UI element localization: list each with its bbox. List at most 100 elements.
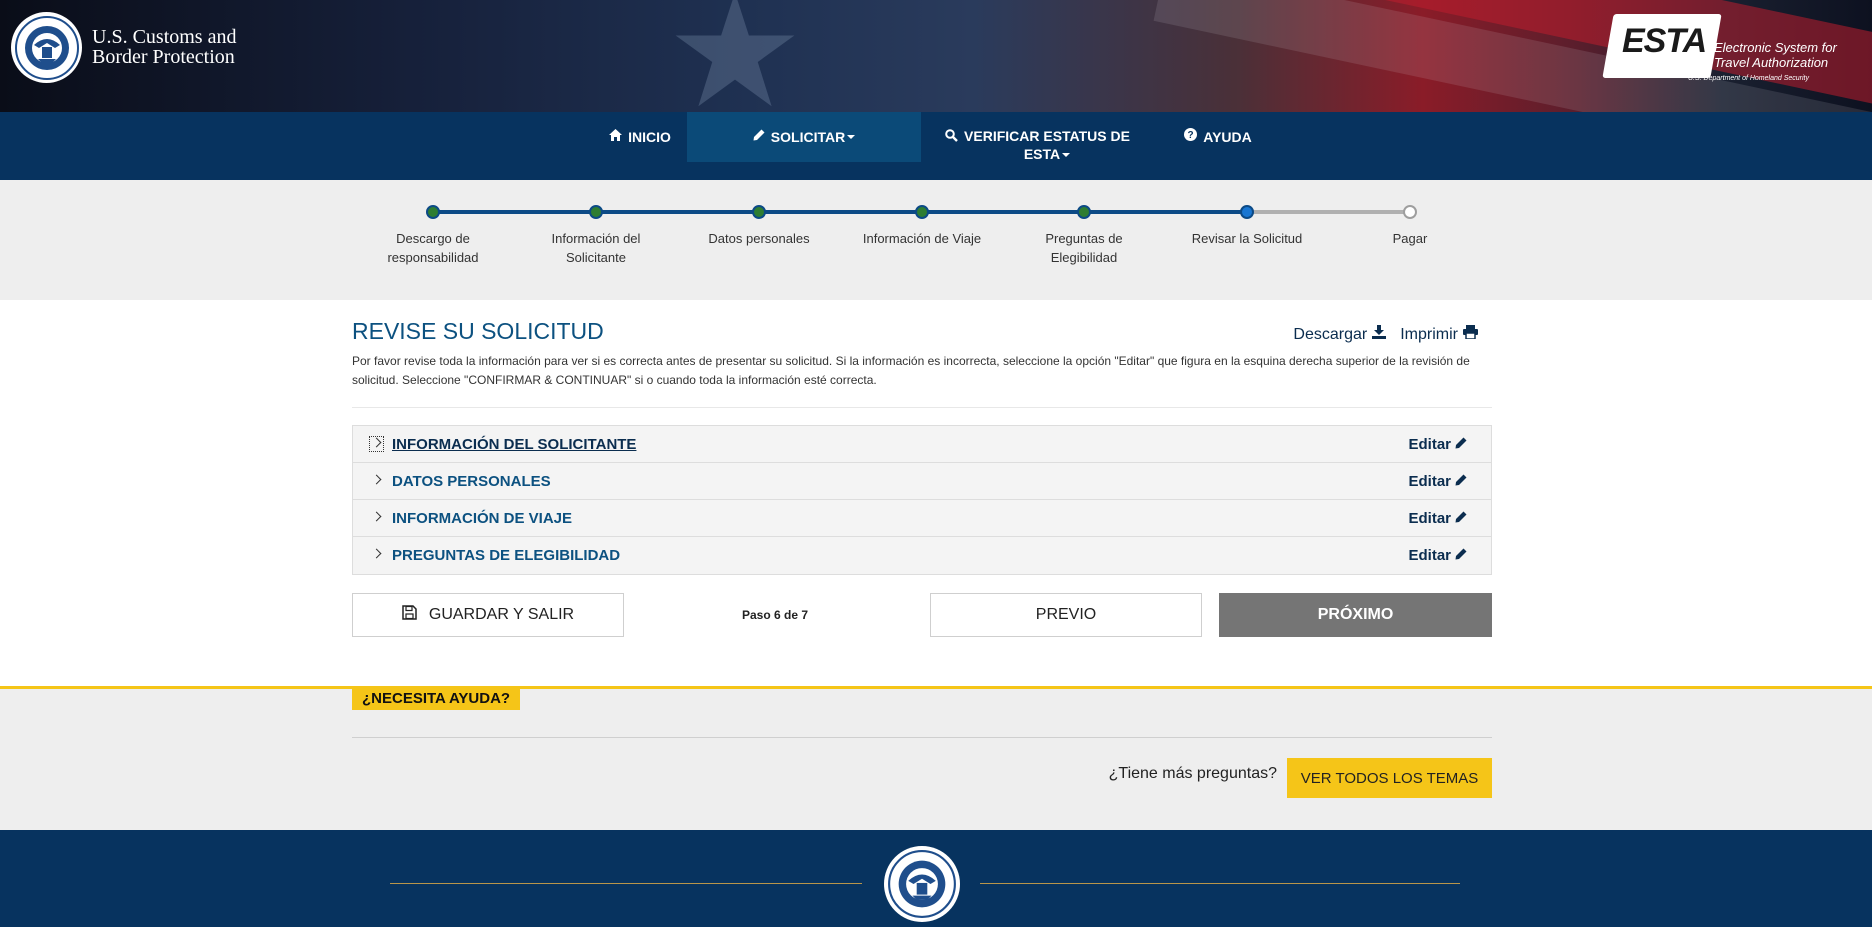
step-dot-descargo [426, 205, 440, 219]
step-label-datos-personales: Datos personales [684, 229, 834, 248]
stepper-track-remaining [1247, 210, 1410, 214]
nav-item-verificar-estatus[interactable]: VERIFICAR ESTATUS DE ESTA [935, 127, 1140, 163]
step-label-informacion-solicitante: Información del Solicitante [521, 229, 671, 267]
download-icon [1372, 325, 1387, 344]
pencil-icon [1455, 510, 1467, 527]
step-label-line1: Datos personales [708, 231, 810, 246]
nav-item-label-line2: ESTA [1023, 146, 1061, 162]
print-icon [1463, 325, 1478, 344]
print-label: Imprimir [1400, 325, 1458, 343]
step-label-line2: responsabilidad [387, 250, 479, 265]
step-count: Paso 6 de 7 [742, 608, 809, 622]
step-label-line1: Descargo de [396, 231, 470, 246]
accordion-section-datos-personales[interactable]: DATOS PERSONALES Editar [353, 463, 1491, 500]
step-dot-informacion-viaje [915, 205, 929, 219]
flag-star-decoration [675, 0, 795, 107]
review-instructions: Por favor revise toda la información par… [352, 354, 1470, 387]
home-icon [609, 128, 623, 146]
step-dot-preguntas-elegibilidad [1077, 205, 1091, 219]
stepper-track-completed [433, 210, 1247, 214]
dhs-seal-logo[interactable] [11, 12, 82, 83]
pencil-icon [1455, 473, 1467, 490]
step-dot-pagar [1403, 205, 1417, 219]
edit-link[interactable]: Editar [1408, 510, 1467, 527]
step-dot-datos-personales [752, 205, 766, 219]
divider [352, 737, 1492, 738]
dhs-seal-logo[interactable] [884, 846, 960, 922]
review-accordion: INFORMACIÓN DEL SOLICITANTE Editar DATOS… [352, 425, 1492, 575]
page-title: REVISE SU SOLICITUD [352, 318, 604, 344]
step-label-descargo: Descargo de responsabilidad [358, 229, 508, 267]
agency-name-line1: U.S. Customs and [92, 26, 237, 48]
step-dot-informacion-solicitante [589, 205, 603, 219]
esta-tagline-line1: Electronic System for [1714, 40, 1837, 55]
edit-link[interactable]: Editar [1408, 547, 1467, 564]
chevron-down-icon [1062, 153, 1071, 158]
accordion-section-informacion-solicitante[interactable]: INFORMACIÓN DEL SOLICITANTE Editar [353, 426, 1491, 463]
step-label-line2: Elegibilidad [1050, 250, 1118, 265]
agency-name[interactable]: U.S. Customs and Border Protection [92, 27, 236, 67]
nav-item-label: SOLICITAR [770, 129, 846, 145]
more-questions-text: ¿Tiene más preguntas? [1108, 765, 1277, 782]
step-label-line2: Solicitante [566, 250, 626, 265]
chevron-right-icon [371, 511, 382, 522]
nav-item-ayuda[interactable]: ? AYUDA [1173, 112, 1263, 162]
save-exit-label: GUARDAR Y SALIR [428, 606, 575, 623]
step-dot-revisar-solicitud [1240, 205, 1254, 219]
step-label-line1: Revisar la Solicitud [1191, 231, 1303, 246]
chevron-right-icon [371, 474, 382, 485]
accordion-section-title[interactable]: DATOS PERSONALES [392, 473, 551, 490]
footer-divider-left [390, 883, 862, 884]
edit-link[interactable]: Editar [1408, 436, 1467, 453]
download-link[interactable]: Descargar [1293, 325, 1387, 344]
footer-divider-right [980, 883, 1460, 884]
nav-item-label: VERIFICAR ESTATUS DE ESTA [964, 127, 1130, 163]
help-badge: ¿NECESITA AYUDA? [352, 687, 521, 710]
pencil-icon [1455, 436, 1467, 453]
help-section [0, 686, 1872, 830]
esta-logo-word: ESTA [1622, 22, 1707, 60]
step-label-preguntas-elegibilidad: Preguntas de Elegibilidad [1009, 229, 1159, 267]
pencil-icon [753, 128, 765, 146]
chevron-right-icon [371, 548, 382, 559]
accordion-section-title[interactable]: INFORMACIÓN DE VIAJE [392, 510, 572, 527]
next-button[interactable]: PRÓXIMO [1219, 593, 1492, 637]
nav-item-inicio[interactable]: INICIO [590, 112, 690, 162]
accordion-section-title[interactable]: INFORMACIÓN DEL SOLICITANTE [392, 436, 636, 453]
question-circle-icon: ? [1184, 128, 1198, 146]
esta-tagline-line2: Travel Authorization [1714, 55, 1829, 70]
main-nav: INICIO SOLICITAR VERIFICAR ESTATUS DE ES… [0, 112, 1872, 180]
view-all-topics-button[interactable]: VER TODOS LOS TEMAS [1287, 758, 1492, 798]
save-exit-button[interactable]: GUARDAR Y SALIR [352, 593, 624, 637]
search-icon [945, 129, 958, 147]
edit-label: Editar [1408, 472, 1451, 490]
nav-item-solicitar[interactable]: SOLICITAR [687, 112, 921, 162]
step-label-pagar: Pagar [1335, 229, 1485, 248]
step-label-informacion-viaje: Información de Viaje [847, 229, 997, 248]
step-label-revisar-solicitud: Revisar la Solicitud [1172, 229, 1322, 248]
footer [0, 830, 1872, 927]
dhs-seal-icon [14, 15, 79, 80]
dhs-seal-icon [888, 850, 956, 918]
step-label-line1: Pagar [1392, 231, 1428, 246]
accordion-section-title[interactable]: PREGUNTAS DE ELEGIBILIDAD [392, 547, 620, 564]
chevron-down-icon [847, 135, 856, 139]
edit-link[interactable]: Editar [1408, 473, 1467, 490]
esta-tagline: Electronic System for Travel Authorizati… [1714, 40, 1844, 70]
floppy-disk-icon [402, 605, 417, 625]
download-label: Descargar [1293, 325, 1368, 343]
esta-subline: U.S. Department of Homeland Security [1688, 75, 1809, 82]
accordion-section-preguntas-elegibilidad[interactable]: PREGUNTAS DE ELEGIBILIDAD Editar [353, 537, 1491, 574]
page-actions: Descargar Imprimir [1293, 325, 1478, 344]
previous-button[interactable]: PREVIO [930, 593, 1202, 637]
esta-logo[interactable]: ESTA Electronic System for Travel Author… [1602, 14, 1838, 84]
step-label-line1: Información de Viaje [862, 231, 982, 246]
svg-text:?: ? [1188, 130, 1194, 141]
edit-label: Editar [1408, 547, 1451, 564]
accordion-section-informacion-viaje[interactable]: INFORMACIÓN DE VIAJE Editar [353, 500, 1491, 537]
nav-item-label: INICIO [628, 129, 671, 145]
nav-item-label: AYUDA [1203, 129, 1252, 145]
pencil-icon [1455, 547, 1467, 564]
print-link[interactable]: Imprimir [1400, 325, 1478, 344]
header-banner: U.S. Customs and Border Protection ESTA … [0, 0, 1872, 112]
